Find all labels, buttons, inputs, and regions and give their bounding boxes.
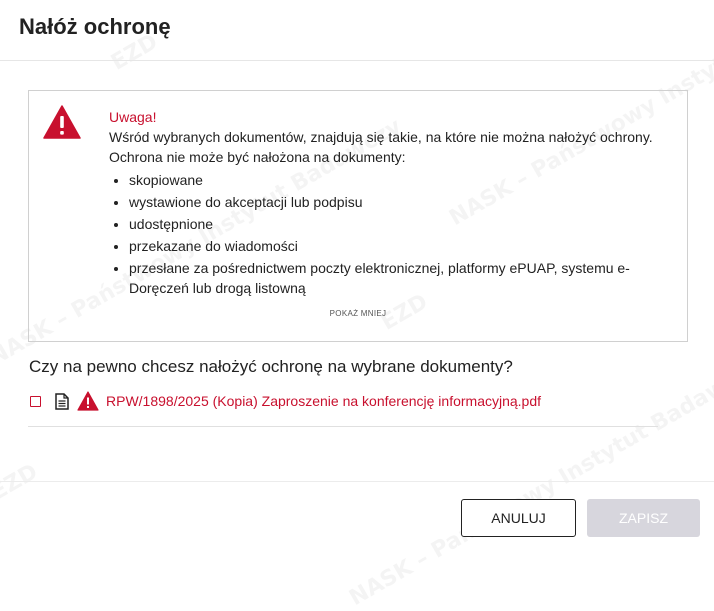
list-item: skopiowane [129, 169, 675, 191]
dialog-title: Nałóż ochronę [19, 14, 171, 39]
warning-box: Uwaga! Wśród wybranych dokumentów, znajd… [28, 90, 688, 342]
list-item: udostępnione [129, 213, 675, 235]
list-item: przekazane do wiadomości [129, 235, 675, 257]
warning-text: Uwaga! Wśród wybranych dokumentów, znajd… [109, 107, 675, 299]
show-less-link[interactable]: POKAŻ MNIEJ [29, 309, 687, 318]
cancel-button[interactable]: ANULUJ [461, 499, 576, 537]
confirmation-question: Czy na pewno chcesz nałożyć ochronę na w… [29, 357, 513, 376]
warning-list: skopiowane wystawione do akceptacji lub … [109, 169, 675, 299]
document-checkbox[interactable] [30, 395, 41, 407]
divider [28, 426, 658, 427]
save-button[interactable]: ZAPISZ [587, 499, 700, 537]
warning-line: Wśród wybranych dokumentów, znajdują się… [109, 129, 653, 145]
warning-triangle-icon [43, 105, 81, 139]
document-icon [55, 392, 69, 410]
warning-triangle-icon [77, 391, 99, 411]
warning-heading: Uwaga! [109, 109, 157, 125]
watermark: EZD [0, 459, 42, 505]
document-row: RPW/1898/2025 (Kopia) Zaproszenie na kon… [30, 391, 541, 411]
list-item: wystawione do akceptacji lub podpisu [129, 191, 675, 213]
list-item: przesłane za pośrednictwem poczty elektr… [129, 257, 675, 299]
divider [0, 481, 714, 482]
divider [0, 60, 714, 61]
warning-line: Ochrona nie może być nałożona na dokumen… [109, 149, 406, 165]
document-link[interactable]: RPW/1898/2025 (Kopia) Zaproszenie na kon… [106, 393, 541, 409]
